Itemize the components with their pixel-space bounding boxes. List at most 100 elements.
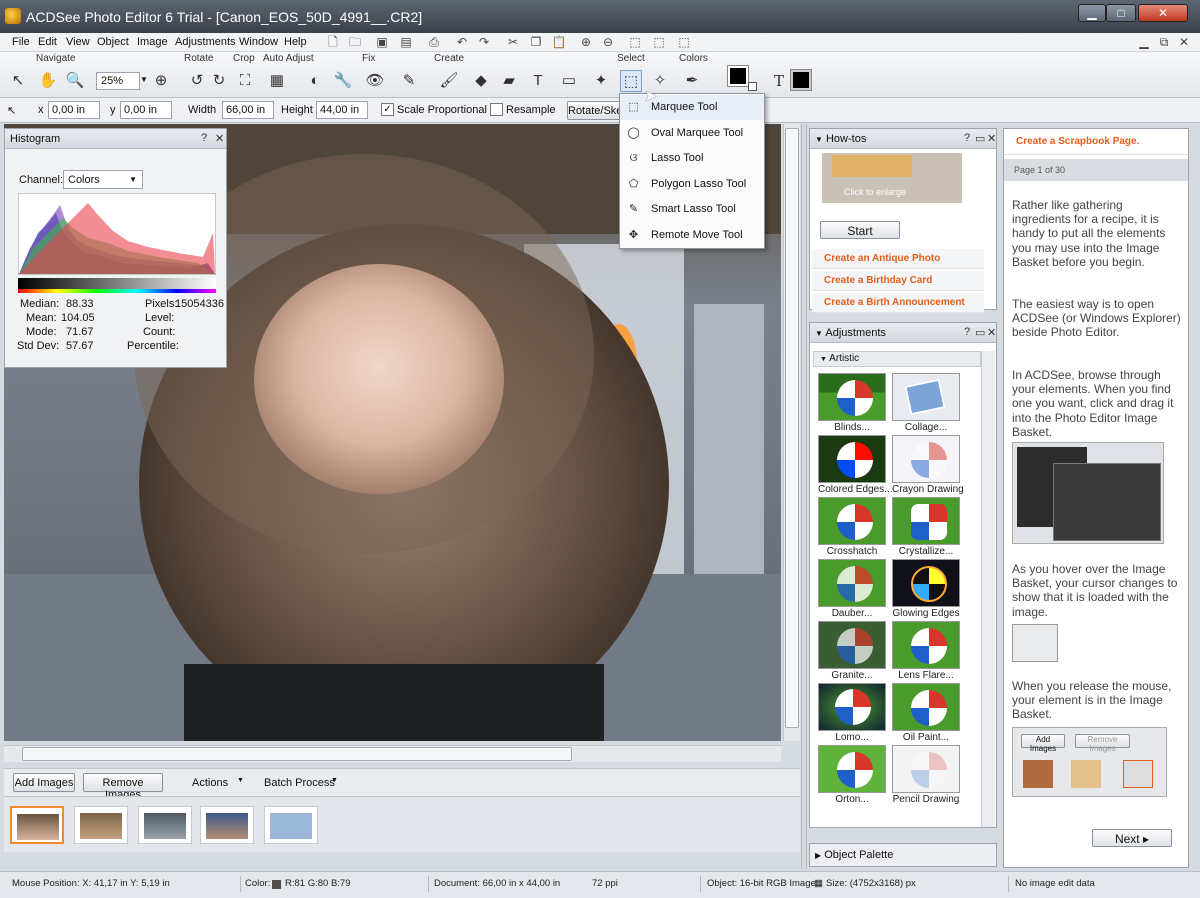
next-button[interactable]: Next ▸ xyxy=(1092,829,1172,847)
effect-blinds[interactable]: Blinds... xyxy=(818,373,886,433)
effect-crayon-drawing[interactable]: Crayon Drawing xyxy=(892,435,964,495)
menu-object[interactable]: Object xyxy=(97,36,129,48)
zoom-icon[interactable]: 🔍 xyxy=(64,70,86,92)
howto-link-birthday-card[interactable]: Create a Birthday Card xyxy=(812,271,984,291)
basket-thumbnail[interactable] xyxy=(138,806,192,844)
effect-granite[interactable]: Granite... xyxy=(818,621,886,681)
howto-link-antique-photo[interactable]: Create an Antique Photo xyxy=(812,249,984,269)
effect-crystallize[interactable]: Crystallize... xyxy=(892,497,960,557)
select-all-icon[interactable]: ⬚ xyxy=(627,34,643,50)
effect-collage[interactable]: Collage... xyxy=(892,373,960,433)
marquee-select-icon[interactable]: ⬚ xyxy=(620,70,642,92)
width-field[interactable]: 66,00 in xyxy=(222,101,274,119)
menu-edit[interactable]: Edit xyxy=(38,36,57,48)
save-icon[interactable]: ▣ xyxy=(374,34,390,50)
menu-image[interactable]: Image xyxy=(137,36,168,48)
hand-icon[interactable]: ✋ xyxy=(37,70,59,92)
open-icon[interactable]: 🗀 xyxy=(347,34,363,50)
fill-icon[interactable]: ◆ xyxy=(470,70,492,92)
minimize-button[interactable]: ▁ xyxy=(1078,4,1106,22)
menu-item-oval-marquee[interactable]: ◯ Oval Marquee Tool xyxy=(620,121,764,146)
invert-selection-icon[interactable]: ⬚ xyxy=(676,34,692,50)
pointer-icon[interactable]: ↖ xyxy=(7,70,29,92)
copy-icon[interactable]: ❐ xyxy=(528,34,544,50)
effect-glowing-edges[interactable]: Glowing Edges xyxy=(892,559,960,619)
menu-item-lasso[interactable]: ଓ Lasso Tool xyxy=(620,146,764,171)
effect-pencil-drawing[interactable]: Pencil Drawing xyxy=(892,745,960,805)
restore-window-icon[interactable]: ⧉ xyxy=(1156,34,1172,50)
background-color-swatch[interactable] xyxy=(748,82,757,91)
undo-icon[interactable]: ↶ xyxy=(454,34,470,50)
redo-icon[interactable]: ↷ xyxy=(476,34,492,50)
close-icon[interactable]: ✕ xyxy=(987,326,996,339)
resample-checkbox[interactable] xyxy=(490,103,503,116)
cut-icon[interactable]: ✂ xyxy=(505,34,521,50)
pin-icon[interactable]: ▭ xyxy=(975,326,985,339)
horizontal-scroll-thumb[interactable] xyxy=(22,747,572,761)
menu-file[interactable]: File xyxy=(12,36,30,48)
effect-colored-edges[interactable]: Colored Edges... xyxy=(818,435,893,495)
menu-view[interactable]: View xyxy=(66,36,90,48)
paste-icon[interactable]: 📋 xyxy=(551,34,567,50)
close-icon[interactable]: ✕ xyxy=(215,132,224,145)
close-button[interactable]: ✕ xyxy=(1138,4,1188,22)
help-icon[interactable]: ? xyxy=(964,132,970,144)
move-tool-icon[interactable]: ↖ xyxy=(7,104,16,117)
clone-icon[interactable]: ✦ xyxy=(590,70,612,92)
auto-lighting-icon[interactable]: ◐ xyxy=(304,70,326,92)
text-color-swatch[interactable] xyxy=(791,70,811,90)
effect-lens-flare[interactable]: Lens Flare... xyxy=(892,621,960,681)
save-as-icon[interactable]: ▤ xyxy=(398,34,414,50)
y-field[interactable]: 0,00 in xyxy=(120,101,172,119)
foreground-color-swatch[interactable] xyxy=(728,66,748,86)
auto-levels-icon[interactable]: ▦ xyxy=(266,70,288,92)
close-icon[interactable]: ✕ xyxy=(987,132,996,145)
zoom-field[interactable]: 25% xyxy=(96,72,140,90)
print-icon[interactable]: ⎙ xyxy=(426,34,442,50)
adjustments-scrollbar[interactable] xyxy=(981,351,995,827)
eraser-icon[interactable]: ▰ xyxy=(498,70,520,92)
close-doc-icon[interactable]: ✕ xyxy=(1176,34,1192,50)
effect-lomo[interactable]: Lomo... xyxy=(818,683,886,743)
start-button[interactable]: Start xyxy=(820,221,900,239)
effect-dauber[interactable]: Dauber... xyxy=(818,559,886,619)
new-icon[interactable]: 🗋 xyxy=(325,34,341,50)
zoom-fit-icon[interactable]: ⊕ xyxy=(150,70,172,92)
pin-icon[interactable]: ▭ xyxy=(975,132,985,145)
red-eye-icon[interactable]: 👁 xyxy=(364,70,386,92)
repair-tool-icon[interactable]: 🔧 xyxy=(332,70,354,92)
zoom-out-icon[interactable]: ⊖ xyxy=(600,34,616,50)
restore-icon[interactable]: ▁ xyxy=(1136,34,1152,50)
scale-proportional-checkbox[interactable]: ✓ xyxy=(381,103,394,116)
basket-thumbnail[interactable] xyxy=(74,806,128,844)
shape-tool-icon[interactable]: ▭ xyxy=(558,70,580,92)
menu-item-marquee[interactable]: ⬚ Marquee Tool xyxy=(620,95,764,120)
eyedropper-icon[interactable]: ✒ xyxy=(681,70,703,92)
menu-item-remote-move[interactable]: ✥ Remote Move Tool xyxy=(620,223,764,248)
help-icon[interactable]: ? xyxy=(201,132,207,144)
effect-crosshatch[interactable]: Crosshatch xyxy=(818,497,886,557)
actions-menu[interactable]: Actions xyxy=(192,777,228,789)
help-icon[interactable]: ? xyxy=(964,326,970,338)
howto-preview-image[interactable]: Click to enlarge xyxy=(822,153,962,203)
brush-fix-icon[interactable]: ✎ xyxy=(398,70,420,92)
panel-splitter[interactable] xyxy=(801,124,807,869)
paint-brush-icon[interactable]: 🖌 xyxy=(438,70,460,92)
channel-select[interactable]: Colors ▼ xyxy=(63,170,143,189)
basket-thumbnail[interactable] xyxy=(10,806,64,844)
menu-item-polygon-lasso[interactable]: ⬠ Polygon Lasso Tool xyxy=(620,172,764,197)
zoom-in-icon[interactable]: ⊕ xyxy=(578,34,594,50)
menu-help[interactable]: Help xyxy=(284,36,307,48)
menu-window[interactable]: Window xyxy=(239,36,278,48)
effect-orton[interactable]: Orton... xyxy=(818,745,886,805)
object-palette-header[interactable]: ▶ Object Palette xyxy=(810,844,996,866)
collapse-icon[interactable]: ▼ xyxy=(815,329,823,338)
basket-thumbnail[interactable] xyxy=(200,806,254,844)
maximize-button[interactable]: □ xyxy=(1106,4,1136,22)
effect-oil-paint[interactable]: Oil Paint... xyxy=(892,683,960,743)
vertical-scrollbar[interactable] xyxy=(783,124,800,741)
howto-link-birth-announcement[interactable]: Create a Birth Announcement xyxy=(812,293,984,313)
basket-thumbnail[interactable] xyxy=(264,806,318,844)
category-artistic[interactable]: ▼ Artistic xyxy=(813,351,981,367)
add-images-button[interactable]: Add Images xyxy=(13,773,75,792)
